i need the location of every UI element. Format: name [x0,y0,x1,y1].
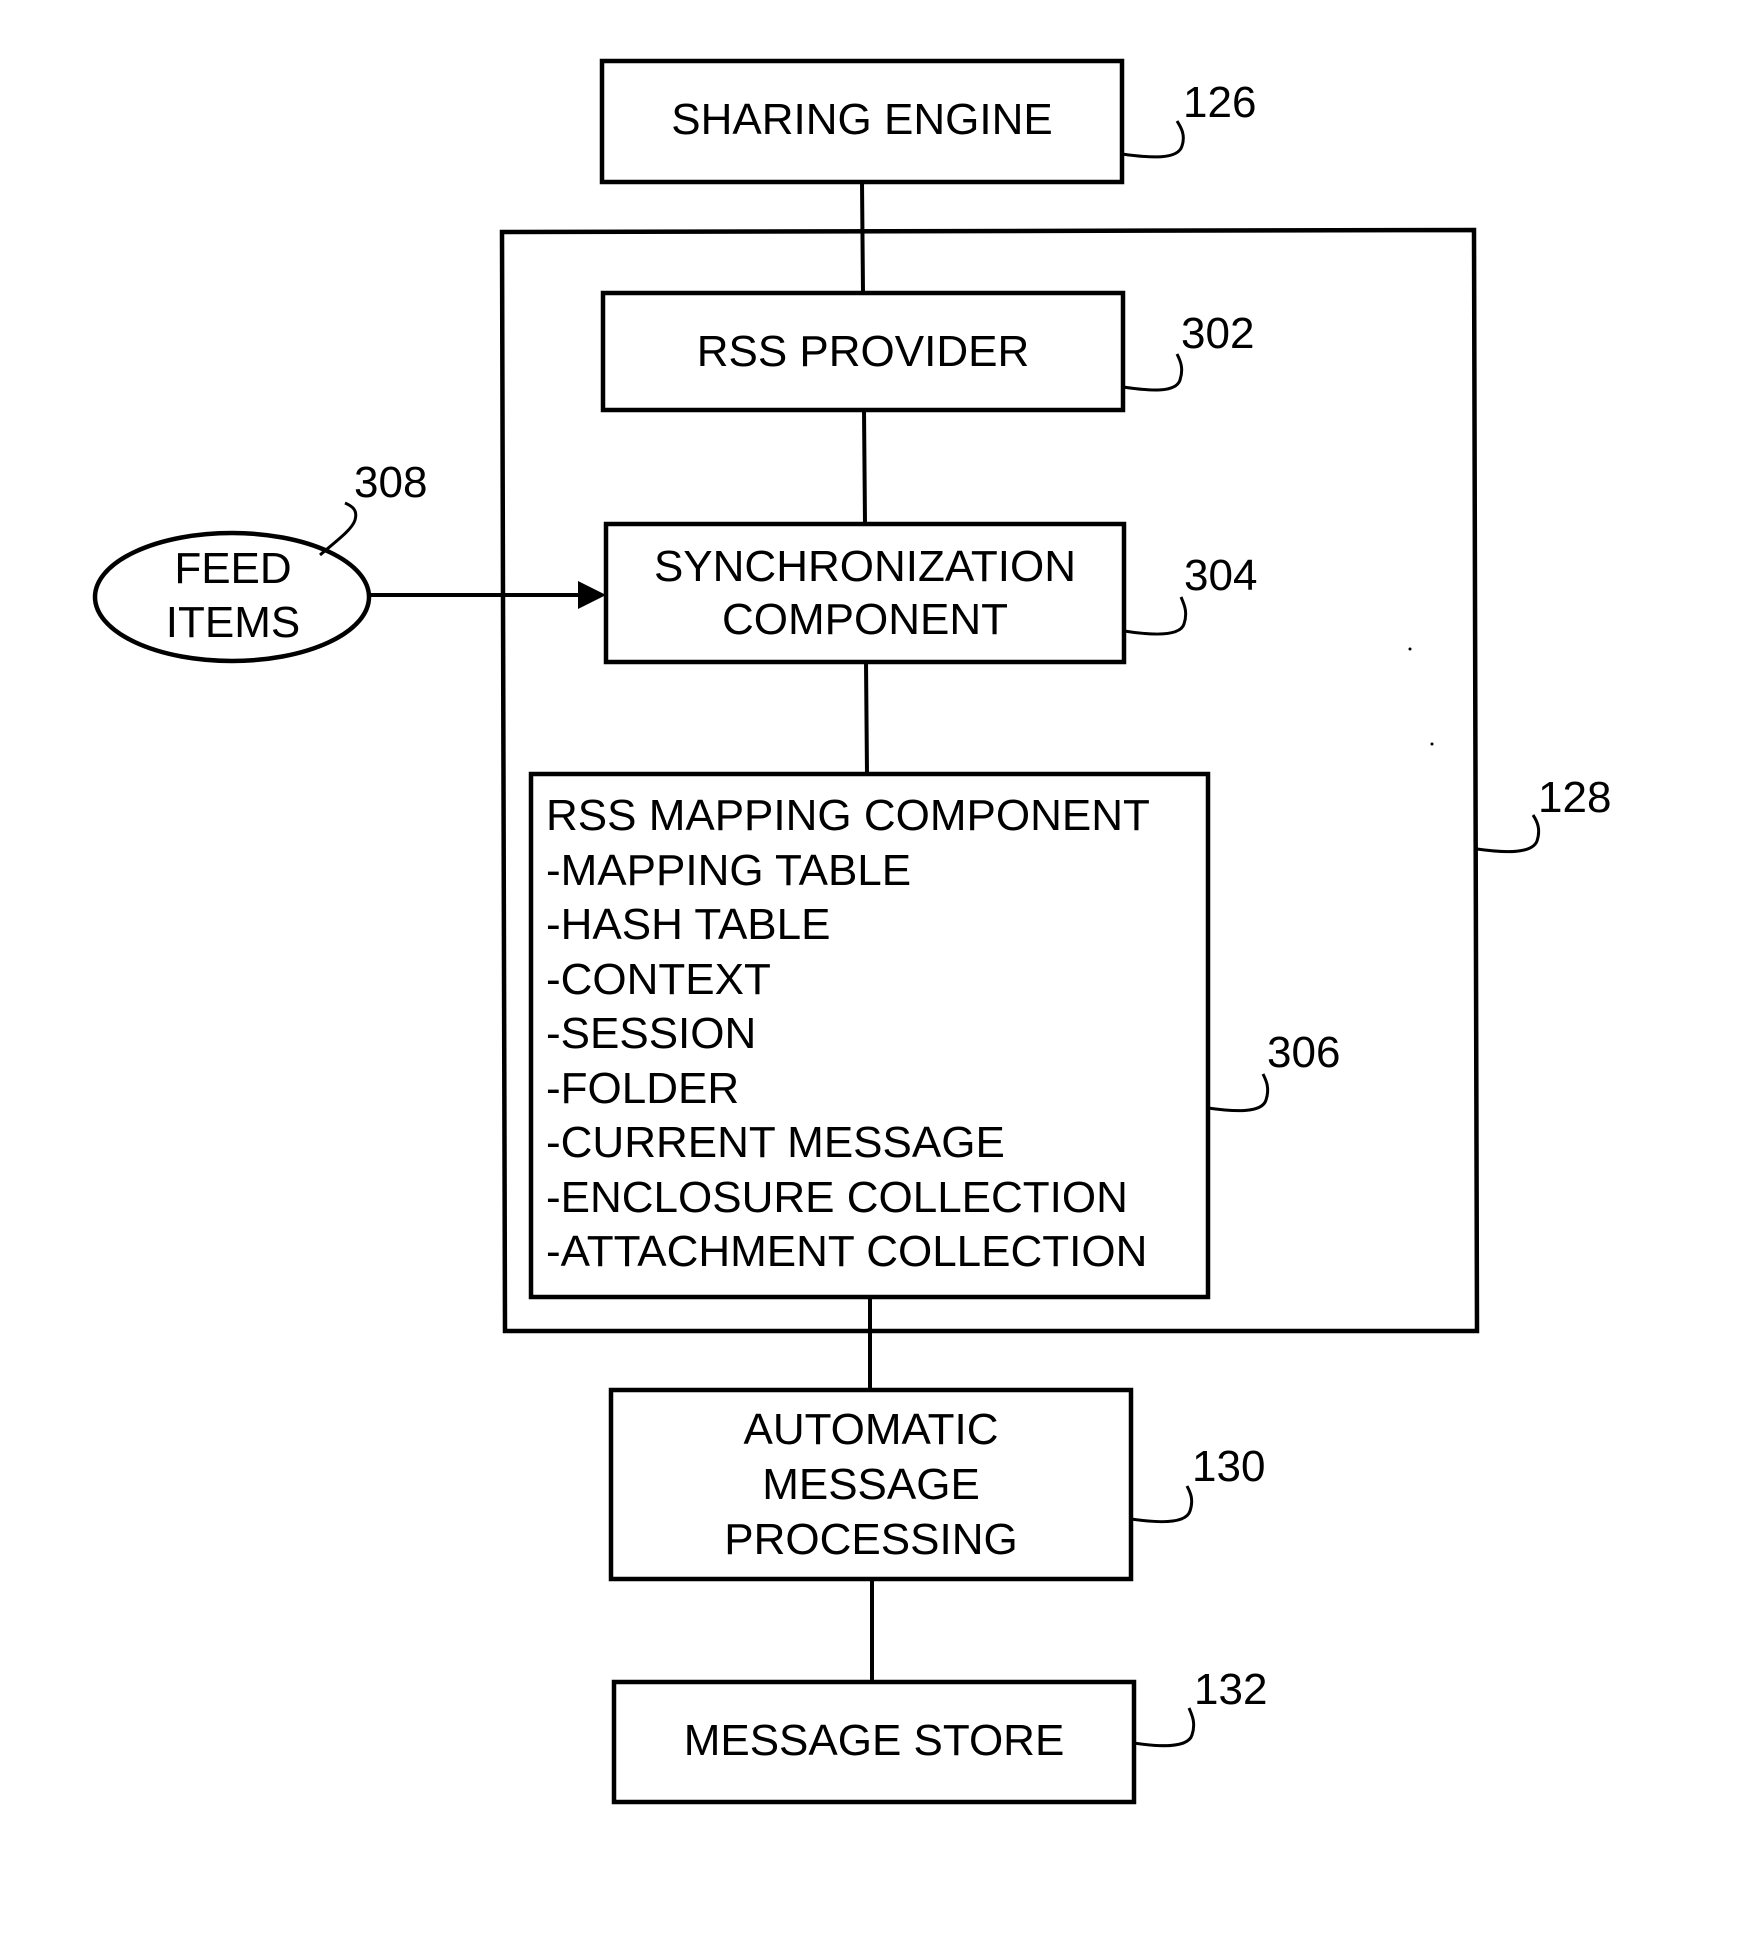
connector-sync-to-mapping [864,661,869,775]
scan-speck [1408,647,1412,651]
message-store-label: MESSAGE STORE [684,1716,1065,1765]
leader-hook-308 [319,501,358,557]
leader-hook-306 [1207,1073,1270,1113]
node-rss-mapping-component: RSS MAPPING COMPONENT -MAPPING TABLE -HA… [528,771,1211,1300]
automatic-message-processing-line-2: MESSAGE [762,1460,980,1509]
node-feed-items: FEED ITEMS [92,530,372,664]
leader-hook-302 [1122,353,1184,392]
connector-sharing-to-rss [860,181,865,294]
node-rss-provider: RSS PROVIDER [600,290,1126,413]
node-synchronization-component: SYNCHRONIZATION COMPONENT [603,521,1127,665]
automatic-message-processing-line-3: PROCESSING [724,1515,1017,1564]
mapping-item: -MAPPING TABLE [546,846,911,895]
mapping-item: -ENCLOSURE COLLECTION [546,1173,1128,1222]
connector-rss-to-sync [862,409,867,525]
sharing-engine-label: SHARING ENGINE [671,95,1052,144]
arrowhead-icon [578,581,606,609]
scan-speck [1430,742,1434,746]
mapping-item: -SESSION [546,1009,756,1058]
leader-hook-304 [1123,596,1188,636]
ref-130: 130 [1192,1442,1265,1491]
leader-hook-132 [1133,1707,1196,1748]
automatic-message-processing-line-1: AUTOMATIC [743,1405,998,1454]
node-message-store: MESSAGE STORE [611,1679,1137,1805]
rss-provider-label: RSS PROVIDER [697,327,1030,376]
feed-items-line-1: FEED [174,544,291,593]
node-automatic-message-processing: AUTOMATIC MESSAGE PROCESSING [608,1387,1134,1582]
synchronization-component-line-1: SYNCHRONIZATION [654,542,1076,591]
mapping-item: -CONTEXT [546,955,771,1004]
feed-items-line-2: ITEMS [166,598,300,647]
synchronization-component-line-2: COMPONENT [722,595,1008,644]
leader-hook-128 [1476,814,1541,854]
ref-126: 126 [1183,78,1256,127]
mapping-item: -HASH TABLE [546,900,830,949]
patent-block-diagram: SHARING ENGINE RSS PROVIDER SYNCHRONIZAT… [92,58,1611,1805]
rss-mapping-component-title: RSS MAPPING COMPONENT [546,791,1150,840]
ref-306: 306 [1267,1028,1340,1077]
ref-302: 302 [1181,309,1254,358]
ref-304: 304 [1184,551,1257,600]
leader-hook-126 [1121,120,1185,159]
mapping-item: -ATTACHMENT COLLECTION [546,1227,1147,1276]
leader-hook-130 [1130,1485,1194,1524]
ref-128: 128 [1538,773,1611,822]
mapping-item: -CURRENT MESSAGE [546,1118,1005,1167]
ref-308: 308 [354,458,427,507]
ref-132: 132 [1194,1665,1267,1714]
mapping-item: -FOLDER [546,1064,739,1113]
node-sharing-engine: SHARING ENGINE [599,58,1125,185]
